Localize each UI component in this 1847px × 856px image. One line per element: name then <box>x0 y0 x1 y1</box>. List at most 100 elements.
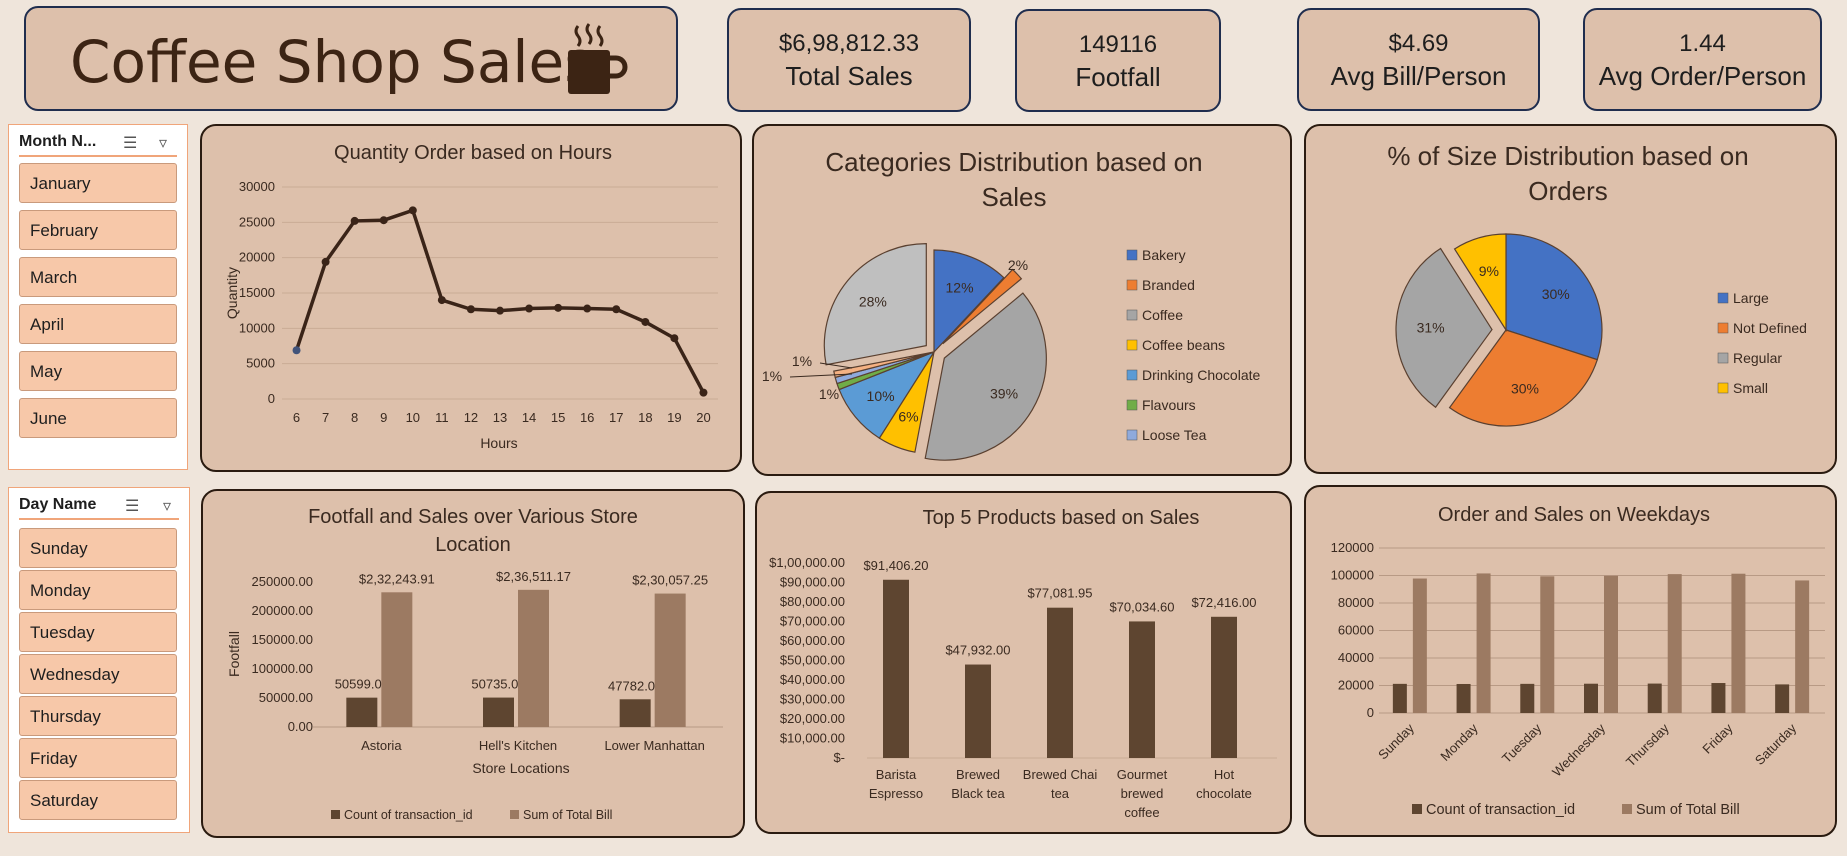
slicer-item-wednesday[interactable]: Wednesday <box>19 654 177 694</box>
kpi-footfall: 149116 Footfall <box>1015 9 1221 112</box>
legend-label: Coffee <box>1142 307 1183 323</box>
y-tick-label: 50000.00 <box>259 690 313 705</box>
x-tick-label: 9 <box>380 410 387 425</box>
x-axis-label: Store Locations <box>472 760 569 776</box>
slicer-item-friday[interactable]: Friday <box>19 738 177 778</box>
weekday-bar-chart: Order and Sales on Weekdays 120000 100000 8… <box>1331 504 1825 818</box>
bar-count <box>1775 684 1790 713</box>
x-tick-label: Monday <box>1437 720 1481 764</box>
slicer-item-saturday[interactable]: Saturday <box>19 780 177 820</box>
x-tick-label: 14 <box>522 410 536 425</box>
bar-total-bill <box>1731 573 1746 713</box>
x-tick-label: 20 <box>696 410 710 425</box>
y-tick-label: $30,000.00 <box>780 692 845 707</box>
bar-data-label: 47782.00 <box>608 678 662 693</box>
y-tick-label: $20,000.00 <box>780 711 845 726</box>
size-pie-chart-panel: % of Size Distribution based on Orders 30%… <box>1304 124 1837 474</box>
dashboard-title: Coffee Shop Sales <box>70 28 595 96</box>
x-tick-label: coffee <box>1124 805 1159 820</box>
slicer-item-march[interactable]: March <box>19 257 177 297</box>
legend-swatch <box>331 810 340 819</box>
x-tick-label: Hell's Kitchen <box>479 738 557 753</box>
product-bar <box>1129 621 1155 758</box>
multi-select-icon[interactable]: ☰ <box>125 496 139 516</box>
weekday-bar-chart-panel: Order and Sales on Weekdays 120000 100000 8… <box>1304 485 1837 837</box>
bar-count <box>1584 683 1598 713</box>
multi-select-icon[interactable]: ☰ <box>123 133 137 153</box>
kpi-label: Avg Bill/Person <box>1330 60 1507 91</box>
x-tick-label: Astoria <box>361 738 402 753</box>
legend-label: Flavours <box>1142 397 1196 413</box>
slicer-header: Day Name ☰ ▿ <box>19 496 179 520</box>
x-tick-label: 6 <box>293 410 300 425</box>
slicer-item-april[interactable]: April <box>19 304 177 344</box>
chart-title: Top 5 Products based on Sales <box>923 507 1200 529</box>
slicer-item-sunday[interactable]: Sunday <box>19 528 177 568</box>
y-tick-label: $10,000.00 <box>780 731 845 746</box>
legend-swatch <box>1717 382 1729 394</box>
data-point <box>350 216 359 225</box>
pie-data-label: 30% <box>1511 380 1539 396</box>
bar-data-label: $2,30,057.25 <box>632 573 708 588</box>
y-tick-label: 150000.00 <box>252 632 313 647</box>
legend-label: Coffee beans <box>1142 337 1225 353</box>
kpi-label: Avg Order/Person <box>1598 60 1807 91</box>
x-tick-label: Saturday <box>1752 720 1800 768</box>
y-tick-label: $- <box>833 750 845 765</box>
bar-total-bill <box>518 589 549 727</box>
x-tick-label: 11 <box>435 410 449 425</box>
kpi-total-sales: $6,98,812.33 Total Sales <box>727 8 971 112</box>
bar-count <box>346 697 378 727</box>
x-tick-label: 19 <box>667 410 681 425</box>
data-point <box>699 388 708 397</box>
chart-title: Categories Distribution based on <box>825 147 1202 177</box>
x-tick-label: Tuesday <box>1499 720 1545 766</box>
legend-swatch <box>1622 804 1632 814</box>
kpi-avg-order: 1.44 Avg Order/Person <box>1583 8 1822 111</box>
data-point <box>466 305 475 314</box>
x-tick-label: Barista <box>876 767 917 782</box>
chart-title: % of Size Distribution based on <box>1387 141 1748 171</box>
slicer-item-thursday[interactable]: Thursday <box>19 696 177 736</box>
slicer-item-monday[interactable]: Monday <box>19 570 177 610</box>
kpi-value: $6,98,812.33 <box>778 30 920 57</box>
y-axis-label: Footfall <box>226 631 242 677</box>
bar-data-label: $2,36,511.17 <box>496 569 571 584</box>
bar-data-label: $72,416.00 <box>1191 595 1256 610</box>
slicer-item-january[interactable]: January <box>19 163 177 203</box>
data-point <box>525 304 534 313</box>
kpi-value: 149116 <box>1078 30 1158 58</box>
title-card: Coffee Shop Sales <box>24 6 678 111</box>
pie-data-label: 9% <box>1479 263 1499 279</box>
bar-total-bill <box>1667 574 1682 713</box>
y-tick-label: 15000 <box>239 285 275 300</box>
legend-swatch <box>1126 369 1138 381</box>
clear-filter-icon[interactable]: ▿ <box>163 496 171 516</box>
slicer-item-tuesday[interactable]: Tuesday <box>19 612 177 652</box>
store-bar-chart-panel: Footfall and Sales over Various Store Loc… <box>201 489 745 838</box>
clear-filter-icon[interactable]: ▿ <box>159 133 167 153</box>
x-tick-label: 13 <box>493 410 507 425</box>
x-tick-label: Black tea <box>951 786 1005 801</box>
x-tick-label: Hot <box>1214 767 1235 782</box>
slicer-item-february[interactable]: February <box>19 210 177 250</box>
bar-count <box>1647 683 1662 713</box>
bar-data-label: 50735.00 <box>471 677 525 692</box>
chart-title: Orders <box>1528 176 1607 206</box>
slicer-item-june[interactable]: June <box>19 398 177 438</box>
pie-data-label: 30% <box>1542 286 1570 302</box>
pie-data-label: 31% <box>1417 320 1445 336</box>
y-tick-label: $1,00,000.00 <box>769 555 845 570</box>
x-tick-label: Brewed Chai <box>1023 767 1098 782</box>
slicer-header: Month N... ☰ ▿ <box>19 133 177 157</box>
products-bar-chart-panel: Top 5 Products based on Sales $1,00,000.0… <box>755 491 1292 834</box>
pie-data-label: 1% <box>792 353 812 369</box>
y-tick-label: $70,000.00 <box>780 614 845 629</box>
kpi-avg-bill: $4.69 Avg Bill/Person <box>1297 8 1540 111</box>
legend-label: Not Defined <box>1733 320 1807 336</box>
x-tick-label: 18 <box>638 410 652 425</box>
data-point <box>379 216 388 225</box>
y-tick-label: 0.00 <box>288 719 313 734</box>
pie-data-label: 1% <box>819 386 839 402</box>
slicer-item-may[interactable]: May <box>19 351 177 391</box>
